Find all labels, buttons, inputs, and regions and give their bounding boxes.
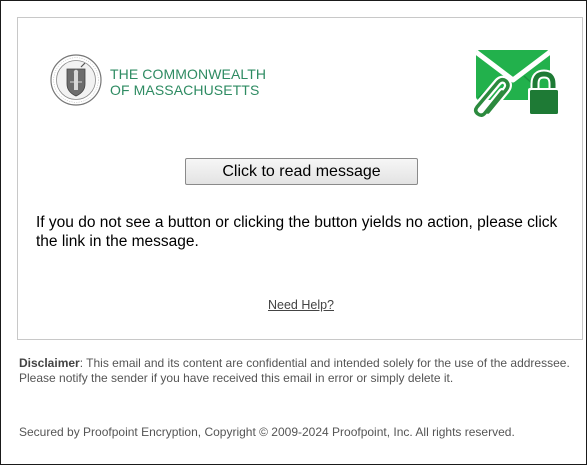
organization-name: THE COMMONWEALTH OF MASSACHUSETTS: [110, 66, 266, 98]
envelope-lock-icon: [471, 50, 560, 118]
disclaimer-label: Disclaimer: [19, 356, 80, 370]
message-card: THE COMMONWEALTH OF MASSACHUSETTS Click …: [17, 17, 583, 340]
need-help-link[interactable]: Need Help?: [268, 298, 334, 312]
copyright-text: Secured by Proofpoint Encryption, Copyri…: [19, 425, 515, 439]
read-message-button[interactable]: Click to read message: [185, 158, 418, 185]
instructions-text: If you do not see a button or clicking t…: [36, 214, 558, 250]
disclaimer: Disclaimer: This email and its content a…: [19, 356, 574, 386]
org-name-line1: THE COMMONWEALTH: [110, 66, 267, 82]
disclaimer-text: : This email and its content are confide…: [19, 356, 570, 385]
massachusetts-seal-icon: [50, 54, 102, 106]
help-link-container: Need Help?: [18, 298, 584, 312]
org-name-line2: OF MASSACHUSETTS: [110, 82, 260, 98]
email-frame: THE COMMONWEALTH OF MASSACHUSETTS Click …: [0, 0, 587, 465]
